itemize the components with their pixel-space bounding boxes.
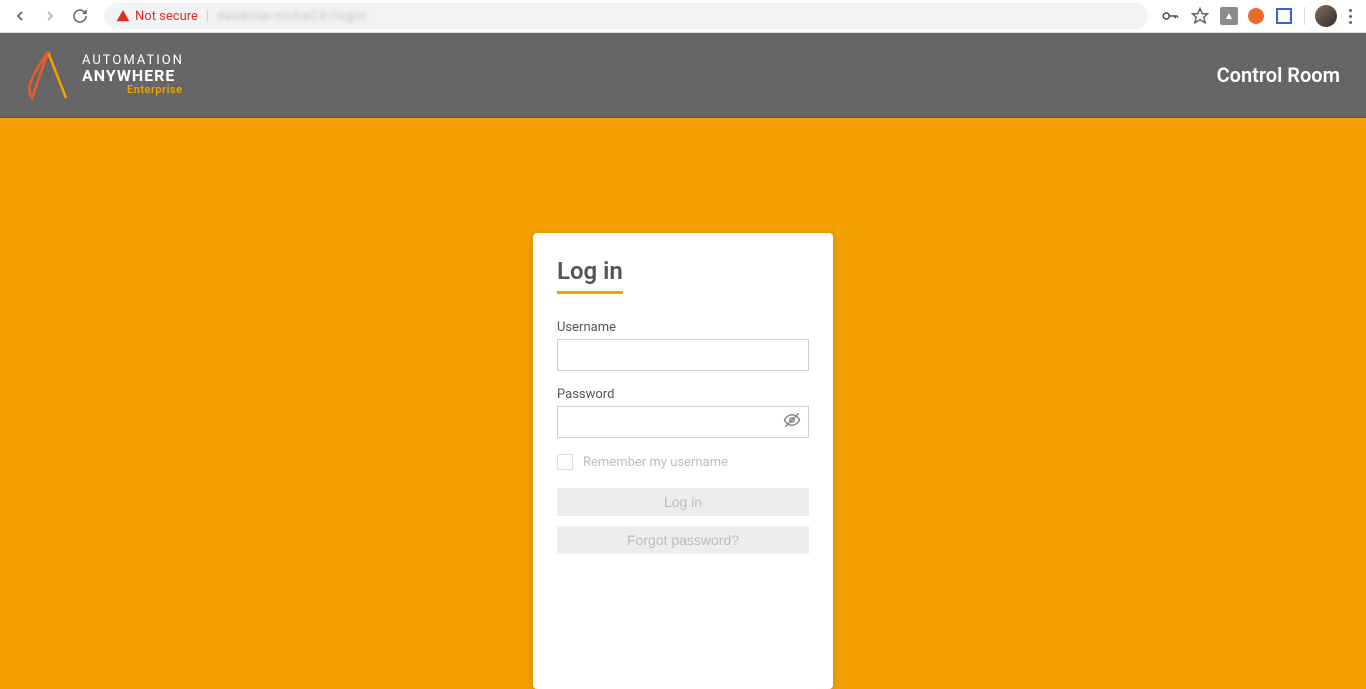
remember-checkbox[interactable] bbox=[557, 454, 573, 470]
toggle-password-visibility-icon[interactable] bbox=[783, 411, 801, 433]
main-area: Log in Username Password Remember my use… bbox=[0, 118, 1366, 689]
remember-label: Remember my username bbox=[583, 455, 728, 470]
username-input[interactable] bbox=[557, 339, 809, 371]
remember-checkbox-row[interactable]: Remember my username bbox=[557, 454, 809, 470]
toolbar-right: ▲ bbox=[1160, 5, 1358, 27]
profile-avatar[interactable] bbox=[1315, 5, 1337, 27]
password-input[interactable] bbox=[557, 406, 809, 438]
page-title: Control Room bbox=[1217, 63, 1340, 87]
app-header: AUTOMATION ANYWHERE Enterprise Control R… bbox=[0, 33, 1366, 118]
security-indicator: Not secure bbox=[116, 9, 198, 24]
login-button[interactable]: Log in bbox=[557, 488, 809, 516]
forward-button[interactable] bbox=[38, 4, 62, 28]
key-icon[interactable] bbox=[1160, 6, 1180, 26]
login-card: Log in Username Password Remember my use… bbox=[533, 233, 833, 689]
crop-extension-icon[interactable] bbox=[1274, 6, 1294, 26]
pdf-extension-icon[interactable]: ▲ bbox=[1220, 7, 1238, 25]
logo-mark-icon bbox=[26, 48, 70, 102]
extension-icon[interactable] bbox=[1248, 8, 1264, 24]
reload-button[interactable] bbox=[68, 4, 92, 28]
login-title: Log in bbox=[557, 257, 623, 294]
back-button[interactable] bbox=[8, 4, 32, 28]
username-label: Username bbox=[557, 320, 809, 335]
username-group: Username bbox=[557, 320, 809, 371]
brand-logo: AUTOMATION ANYWHERE Enterprise bbox=[26, 48, 184, 102]
warning-icon bbox=[116, 9, 130, 23]
url-text: desktop-noAaC#/login bbox=[217, 9, 367, 24]
security-label: Not secure bbox=[135, 9, 198, 24]
menu-button[interactable] bbox=[1347, 7, 1354, 26]
toolbar-separator bbox=[1304, 7, 1305, 25]
address-bar[interactable]: Not secure | desktop-noAaC#/login bbox=[104, 3, 1148, 29]
password-group: Password bbox=[557, 387, 809, 438]
password-label: Password bbox=[557, 387, 809, 402]
address-separator: | bbox=[206, 9, 209, 24]
browser-toolbar: Not secure | desktop-noAaC#/login ▲ bbox=[0, 0, 1366, 33]
forgot-password-button[interactable]: Forgot password? bbox=[557, 526, 809, 554]
brand-line2: ANYWHERE bbox=[82, 68, 184, 85]
brand-sub: Enterprise bbox=[127, 84, 184, 96]
star-icon[interactable] bbox=[1190, 6, 1210, 26]
